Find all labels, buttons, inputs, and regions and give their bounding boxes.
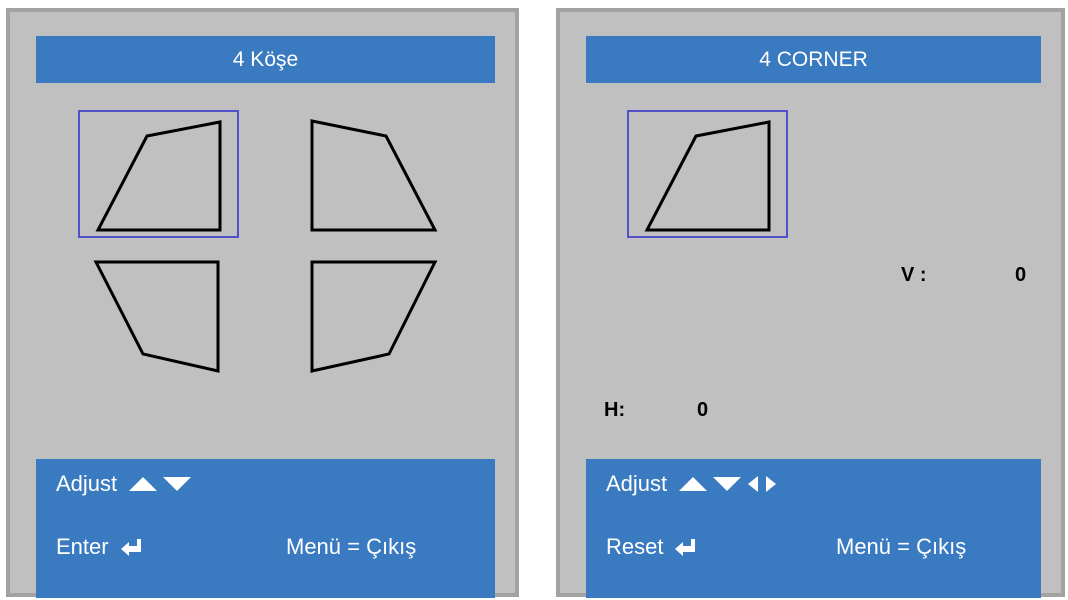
adjust-label: Adjust (606, 471, 668, 496)
corner-option-bottom-left-icon[interactable] (93, 260, 220, 373)
four-corner-menu-panel: 4 Köşe Adjust Enter Menü = Çıkış (6, 8, 519, 598)
enter-label: Enter (56, 534, 109, 559)
reset-hint: Reset Menü = Çıkış (606, 534, 1021, 560)
menu-exit-label: Menü = Çıkış (286, 534, 417, 559)
adjust-hint: Adjust (56, 471, 475, 497)
corner-option-top-right-icon[interactable] (310, 119, 438, 232)
adjust-label: Adjust (56, 471, 118, 496)
enter-hint: Enter Menü = Çıkış (56, 534, 475, 560)
up-arrow-icon (129, 477, 158, 491)
menu-exit-label: Menü = Çıkış (836, 534, 967, 559)
corner-option-top-left-icon[interactable] (95, 120, 222, 232)
down-arrow-icon (163, 477, 192, 491)
adjust-help-footer: Adjust Reset Menü = Çıkış (586, 459, 1041, 598)
down-arrow-icon (713, 477, 742, 491)
reset-label: Reset (606, 534, 664, 559)
up-arrow-icon (679, 477, 708, 491)
menu-help-footer: Adjust Enter Menü = Çıkış (36, 459, 495, 598)
h-value: 0 (697, 399, 709, 421)
screen: 4 Köşe Adjust Enter Menü = Çıkış 4 CORNE… (0, 0, 1068, 600)
v-value: 0 (1015, 264, 1027, 286)
enter-return-icon (120, 539, 141, 556)
four-corner-adjust-panel: 4 CORNER V : 0 H: 0 Adjust Reset Menü = … (556, 8, 1065, 598)
left-arrow-icon (748, 476, 759, 492)
corner-option-top-left-icon (644, 120, 771, 232)
enter-return-icon (675, 539, 696, 556)
v-label: V : (901, 264, 927, 286)
h-label: H: (604, 399, 626, 421)
corner-option-bottom-right-icon[interactable] (310, 260, 438, 373)
adjust-hint: Adjust (606, 471, 1021, 497)
right-arrow-icon (766, 476, 777, 492)
